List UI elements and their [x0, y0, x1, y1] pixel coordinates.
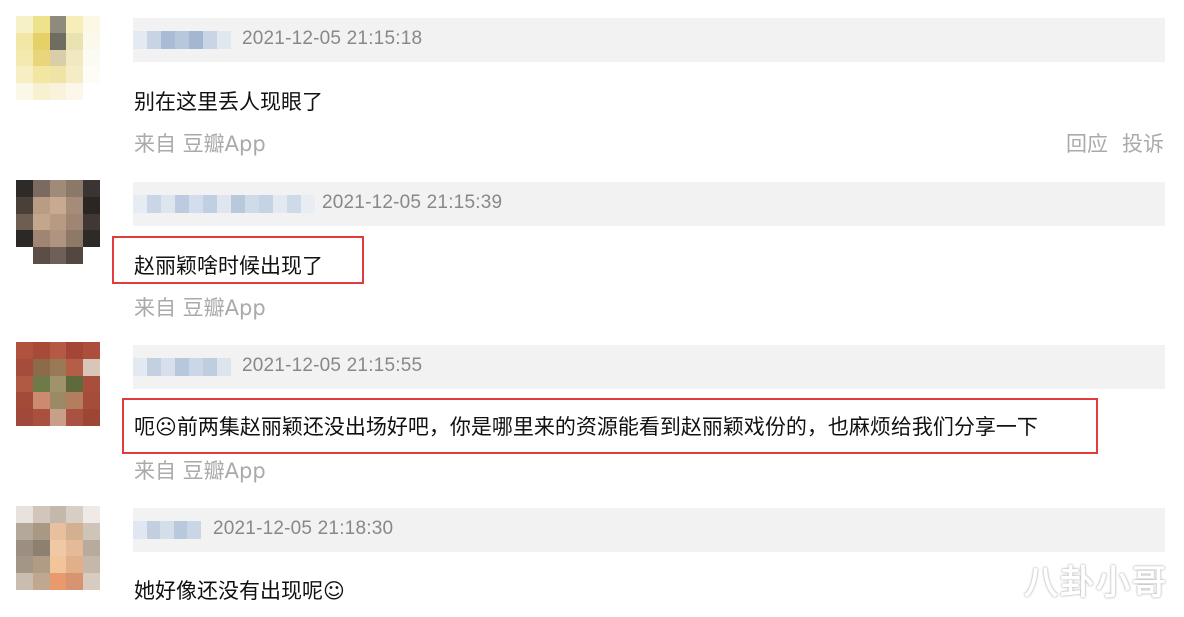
avatar[interactable]	[16, 16, 100, 100]
comment-meta-bar: 2021-12-05 21:18:30	[133, 508, 1165, 552]
comment-source: 来自 豆瓣App	[134, 459, 266, 483]
comment-text: 别在这里丢人现眼了	[134, 90, 323, 114]
username[interactable]	[133, 195, 315, 213]
comment-text: 她好像还没有出现呢☺	[134, 579, 345, 603]
comment-meta-bar: 2021-12-05 21:15:55	[133, 345, 1165, 389]
highlight-box	[122, 398, 1098, 454]
username[interactable]	[133, 31, 233, 49]
comment-timestamp: 2021-12-05 21:15:39	[322, 192, 503, 213]
comment-meta-bar: 2021-12-05 21:15:39	[133, 182, 1165, 226]
avatar[interactable]	[16, 506, 100, 590]
comment-source: 来自 豆瓣App	[134, 296, 266, 320]
username[interactable]	[133, 358, 231, 376]
avatar[interactable]	[16, 342, 100, 426]
comment-source: 来自 豆瓣App	[134, 132, 266, 156]
comment-timestamp: 2021-12-05 21:18:30	[213, 518, 394, 539]
comment-meta-bar: 2021-12-05 21:15:18	[133, 18, 1165, 62]
avatar[interactable]	[16, 180, 100, 264]
comment-timestamp: 2021-12-05 21:15:55	[242, 355, 423, 376]
reply-button[interactable]: 回应	[1066, 132, 1108, 156]
username[interactable]	[133, 521, 201, 539]
watermark: 八卦小哥	[1024, 563, 1168, 603]
comment-actions: 回应 投诉	[1052, 128, 1164, 158]
comment-timestamp: 2021-12-05 21:15:18	[242, 28, 423, 49]
report-button[interactable]: 投诉	[1122, 132, 1164, 156]
highlight-box	[112, 236, 364, 284]
